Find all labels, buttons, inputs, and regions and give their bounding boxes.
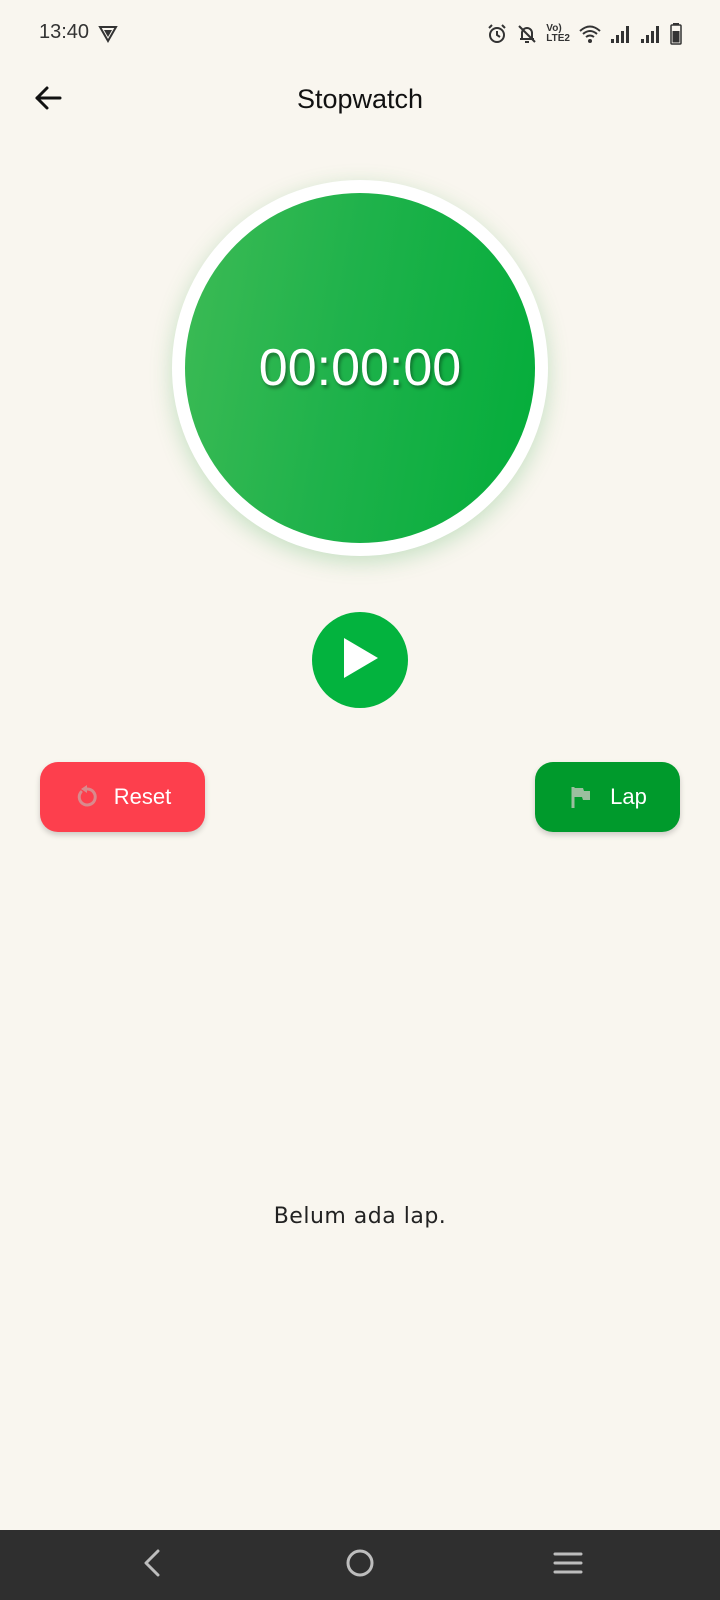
page-title: Stopwatch — [296, 84, 424, 114]
empty-laps-message: Belum ada lap. — [273, 1204, 447, 1229]
status-icons: Vo) LTE2 — [486, 22, 682, 46]
timer-display: 00:00:00 — [258, 339, 462, 397]
notifications-off-icon — [516, 23, 538, 45]
nav-bar — [0, 1530, 720, 1600]
timer-disc: 00:00:00 — [185, 193, 535, 543]
battery-icon — [670, 23, 682, 45]
nav-recents-icon — [553, 1551, 583, 1580]
lap-button[interactable]: Lap — [535, 762, 680, 832]
nav-recents-button[interactable] — [528, 1530, 608, 1600]
status-time: 13:40 — [39, 21, 90, 43]
reset-button[interactable]: Reset — [40, 762, 205, 832]
vpn-icon — [98, 24, 118, 44]
flag-icon — [568, 784, 594, 810]
volte-icon: Vo) LTE2 — [546, 24, 570, 44]
play-icon — [340, 636, 380, 685]
app-bar: Stopwatch — [0, 68, 720, 132]
volte-bottom-label: LTE2 — [546, 33, 570, 44]
status-bar: 13:40 Vo) LTE2 — [0, 0, 720, 68]
nav-home-button[interactable] — [320, 1530, 400, 1600]
nav-back-button[interactable] — [112, 1530, 192, 1600]
restart-icon — [74, 784, 100, 810]
wifi-icon — [578, 24, 602, 44]
nav-back-icon — [142, 1549, 162, 1582]
timer-ring: 00:00:00 — [172, 180, 548, 556]
lap-label: Lap — [610, 784, 647, 809]
nav-home-icon — [345, 1548, 375, 1583]
alarm-icon — [486, 23, 508, 45]
signal-icon — [640, 24, 662, 44]
signal-icon — [610, 24, 632, 44]
play-button[interactable] — [312, 612, 408, 708]
reset-label: Reset — [113, 784, 172, 809]
